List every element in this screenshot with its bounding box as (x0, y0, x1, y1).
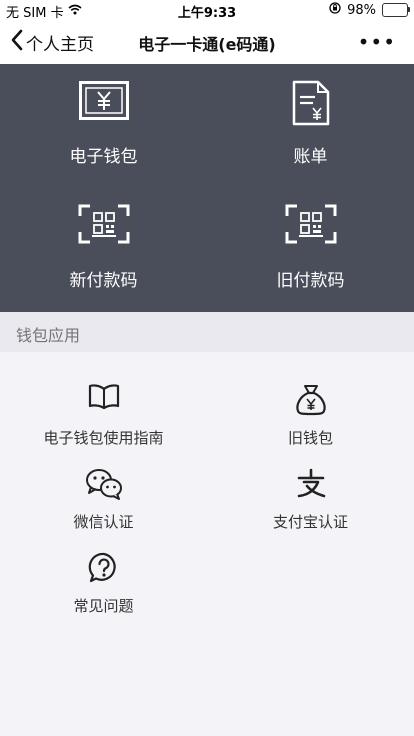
faq-item[interactable]: 常见问题 (0, 520, 207, 615)
battery-percent: 98% (347, 2, 376, 18)
old-wallet-item[interactable]: 旧钱包 (207, 352, 414, 447)
wallet-apps-grid: 电子钱包使用指南 旧钱包 微信认证 支付宝认证 常见问题 (0, 352, 414, 736)
section-title: 钱包应用 (16, 326, 81, 345)
wechat-auth-item[interactable]: 微信认证 (0, 436, 207, 531)
card-panel: 电子钱包 账单 新付款码 旧付款码 (0, 64, 414, 312)
e-wallet-card[interactable]: 电子钱包 (0, 64, 207, 188)
more-dots-icon: ••• (357, 30, 396, 54)
card-label: 账单 (293, 147, 328, 167)
bill-document-icon (207, 80, 414, 126)
more-button[interactable]: ••• (358, 30, 396, 54)
card-label: 电子钱包 (69, 147, 138, 167)
yuan-card-icon (0, 80, 207, 124)
status-right: 98% (329, 2, 410, 18)
old-payment-code-card[interactable]: 旧付款码 (207, 188, 414, 312)
status-bar: 无 SIM 卡 上午9:33 98% (0, 0, 414, 21)
battery-icon (382, 3, 410, 17)
app-label: 常见问题 (73, 597, 134, 615)
nav-bar: 个人主页 电子一卡通(e码通) ••• (0, 20, 414, 64)
new-payment-code-card[interactable]: 新付款码 (0, 188, 207, 312)
alipay-icon (207, 468, 414, 498)
orientation-lock-icon (329, 2, 341, 18)
page-title: 电子一卡通(e码通) (138, 35, 276, 54)
question-bubble-icon (0, 552, 207, 584)
qr-scan-icon (0, 204, 207, 244)
e-wallet-guide-item[interactable]: 电子钱包使用指南 (0, 352, 207, 447)
section-header: 钱包应用 (0, 312, 414, 352)
book-icon (0, 384, 207, 410)
card-label: 新付款码 (69, 271, 138, 291)
alipay-auth-item[interactable]: 支付宝认证 (207, 436, 414, 531)
card-label: 旧付款码 (276, 271, 345, 291)
bill-card[interactable]: 账单 (207, 64, 414, 188)
money-bag-icon (207, 384, 414, 416)
screen: 无 SIM 卡 上午9:33 98% 个人主页 电子一卡通(e码通) ••• 电… (0, 0, 414, 736)
wechat-icon (0, 468, 207, 500)
app-label: 支付宝认证 (272, 513, 348, 531)
qr-scan-icon (207, 204, 414, 244)
